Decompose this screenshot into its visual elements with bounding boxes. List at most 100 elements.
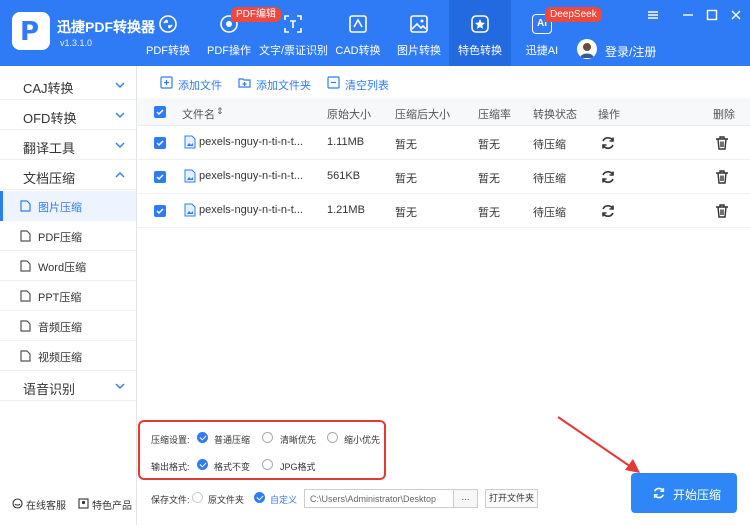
col-ratio: 压缩率	[478, 109, 511, 121]
browse-button[interactable]: ...	[453, 489, 478, 508]
radio-original-folder[interactable]	[192, 492, 203, 503]
nav-special[interactable]: 特色转换	[449, 0, 511, 66]
radio-clarity-first[interactable]	[262, 432, 273, 443]
nav-pdf-convert[interactable]: PDF转换	[137, 0, 199, 66]
radio-label[interactable]: 清晰优先	[280, 433, 316, 446]
minimize-icon[interactable]	[681, 8, 695, 22]
nav-label: CAD转换	[335, 45, 381, 57]
radio-size-first[interactable]	[327, 432, 338, 443]
nav-label: 迅捷AI	[525, 45, 559, 57]
sub-label: Word压缩	[38, 262, 87, 274]
menu-icon[interactable]	[646, 8, 660, 22]
check-icon	[156, 109, 164, 116]
radio-keep-format[interactable]	[197, 459, 208, 470]
add-folder-button[interactable]: 添加文件夹	[238, 76, 311, 92]
sidebar-item-ppt-compress[interactable]: PPT压缩	[0, 281, 136, 311]
refresh-icon[interactable]	[600, 169, 616, 185]
start-compress-label: 开始压缩	[673, 488, 722, 502]
sidebar-cat-compress[interactable]: 文档压缩	[0, 160, 136, 190]
avatar	[577, 39, 597, 59]
trash-icon[interactable]	[714, 169, 730, 185]
file-icon	[20, 350, 31, 362]
radio-custom-folder[interactable]	[254, 492, 265, 503]
sidebar-item-word-compress[interactable]: Word压缩	[0, 251, 136, 281]
file-icon	[20, 260, 31, 272]
row-orig-size: 1.21MB	[327, 204, 365, 216]
sidebar-item-image-compress[interactable]: 图片压缩	[0, 191, 136, 221]
start-compress-button[interactable]: 开始压缩	[631, 473, 737, 513]
nav-ocr[interactable]: 文字/票证识别	[259, 0, 328, 66]
col-comp-size: 压缩后大小	[395, 109, 450, 121]
col-filename[interactable]: 文件名	[182, 106, 215, 122]
file-icon	[20, 320, 31, 332]
sidebar: CAJ转换 OFD转换 翻译工具 文档压缩 图片压缩 PDF压缩 Word压缩 …	[0, 66, 137, 525]
active-indicator	[0, 191, 3, 221]
add-folder-icon	[238, 78, 251, 88]
radio-label[interactable]: 普通压缩	[214, 433, 250, 446]
radio-label[interactable]: 格式不变	[214, 460, 250, 473]
row-status: 待压缩	[533, 139, 566, 151]
sidebar-cat-caj[interactable]: CAJ转换	[0, 70, 136, 100]
row-status: 待压缩	[533, 173, 566, 185]
deepseek-badge: DeepSeek	[545, 7, 602, 22]
select-all-checkbox[interactable]	[154, 106, 166, 118]
chevron-down-icon	[115, 142, 125, 148]
trash-icon[interactable]	[714, 135, 730, 151]
save-path-field[interactable]: C:\Users\Administrator\Desktop	[304, 489, 454, 508]
pdf-convert-icon	[159, 15, 177, 33]
compress-settings-label: 压缩设置:	[151, 435, 190, 445]
table-row: pexels-nguy-n-ti-n-t... 1.11MB 暂无 暂无 待压缩	[137, 126, 750, 160]
cat-label: 语音识别	[23, 382, 76, 397]
cat-label: CAJ转换	[23, 81, 74, 96]
clear-list-button[interactable]: 清空列表	[327, 76, 389, 92]
sidebar-item-audio-compress[interactable]: 音频压缩	[0, 311, 136, 341]
row-comp-size: 暂无	[395, 173, 417, 185]
sub-label: 视频压缩	[38, 352, 82, 364]
radio-label[interactable]: 缩小优先	[344, 433, 380, 446]
radio-label[interactable]: 原文件夹	[208, 493, 244, 506]
nav-label: PDF转换	[146, 45, 190, 57]
check-icon	[156, 140, 164, 147]
logo-letter: P	[20, 17, 40, 47]
refresh-icon[interactable]	[600, 135, 616, 151]
image-file-icon	[184, 169, 196, 183]
nav-image[interactable]: 图片转换	[389, 0, 449, 66]
trash-icon[interactable]	[714, 203, 730, 219]
row-ratio: 暂无	[478, 173, 500, 185]
chevron-down-icon	[115, 112, 125, 118]
image-file-icon	[184, 135, 196, 149]
file-icon	[20, 230, 31, 242]
row-filename: pexels-nguy-n-ti-n-t...	[199, 170, 303, 182]
sidebar-item-video-compress[interactable]: 视频压缩	[0, 341, 136, 371]
close-icon[interactable]	[729, 8, 743, 22]
nav-cad[interactable]: CAD转换	[327, 0, 389, 66]
row-checkbox[interactable]	[154, 171, 166, 183]
open-folder-button[interactable]: 打开文件夹	[485, 489, 538, 508]
radio-label[interactable]: 自定义	[270, 493, 297, 506]
add-file-button[interactable]: 添加文件	[160, 76, 222, 92]
nav-label: 特色转换	[458, 45, 502, 57]
file-icon	[20, 290, 31, 302]
sidebar-cat-speech[interactable]: 语音识别	[0, 371, 136, 401]
sort-icon[interactable]: ⇕	[216, 106, 224, 117]
refresh-icon[interactable]	[600, 203, 616, 219]
row-filename: pexels-nguy-n-ti-n-t...	[199, 136, 303, 148]
radio-jpg-format[interactable]	[262, 459, 273, 470]
maximize-icon[interactable]	[705, 8, 719, 22]
sidebar-cat-translate[interactable]: 翻译工具	[0, 130, 136, 160]
cat-label: 文档压缩	[23, 171, 76, 186]
user-card-icon	[78, 498, 89, 509]
row-ratio: 暂无	[478, 139, 500, 151]
radio-normal-compress[interactable]	[197, 432, 208, 443]
ocr-icon	[284, 15, 302, 33]
chevron-down-icon	[115, 82, 125, 88]
sidebar-item-pdf-compress[interactable]: PDF压缩	[0, 221, 136, 251]
radio-label[interactable]: JPG格式	[280, 460, 316, 473]
sub-label: PDF压缩	[38, 232, 82, 244]
row-comp-size: 暂无	[395, 207, 417, 219]
headset-icon	[12, 498, 23, 509]
sidebar-cat-ofd[interactable]: OFD转换	[0, 100, 136, 130]
row-checkbox[interactable]	[154, 137, 166, 149]
row-checkbox[interactable]	[154, 205, 166, 217]
nav-label: PDF操作	[207, 45, 251, 57]
